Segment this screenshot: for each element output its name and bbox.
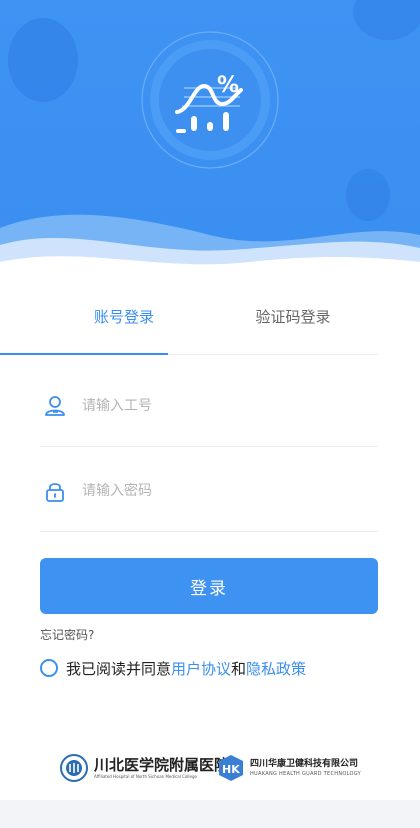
username-input[interactable] (82, 388, 372, 424)
active-tab-indicator (0, 353, 168, 355)
company-name: 四川华康卫健科技有限公司 (250, 759, 359, 769)
login-button[interactable]: 登录 (40, 558, 378, 614)
user-icon (45, 396, 65, 416)
hospital-subtitle: Affiliated Hospital of North Sichuan Med… (94, 774, 197, 779)
username-row (40, 362, 378, 447)
agreement-and: 和 (231, 659, 247, 678)
agreement-prefix: 我已阅读并同意 (66, 659, 172, 678)
company-subtitle: HUAKANG HEALTH GUARD TECHNOLOGY (250, 771, 362, 777)
header-banner: % (0, 0, 420, 275)
login-page: % 账号登录 验证码登录 登录 忘记密码? 我 (0, 0, 420, 800)
privacy-policy-link[interactable]: 隐私政策 (246, 658, 306, 679)
forgot-password-link[interactable]: 忘记密码? (40, 626, 94, 643)
agreement-radio[interactable] (40, 659, 58, 677)
password-input[interactable] (82, 473, 372, 509)
user-agreement-link[interactable]: 用户协议 (171, 658, 231, 679)
hospital-emblem-icon (60, 754, 88, 782)
hospital-name: 川北医学院附属医院 (94, 756, 230, 774)
tab-code-login[interactable]: 验证码登录 (208, 290, 378, 354)
tab-account-login[interactable]: 账号登录 (40, 290, 208, 354)
lock-icon (46, 483, 64, 502)
hospital-logo: 川北医学院附属医院 Affiliated Hospital of North S… (60, 754, 229, 782)
company-hk-icon: HK (219, 755, 243, 781)
svg-text:%: % (217, 73, 239, 98)
password-row (40, 447, 378, 532)
agreement-row: 我已阅读并同意 用户协议 和 隐私政策 (40, 656, 306, 680)
footer-logos: 川北医学院附属医院 Affiliated Hospital of North S… (0, 754, 420, 794)
login-tabs: 账号登录 验证码登录 (40, 290, 378, 356)
svg-text:HK: HK (222, 763, 240, 776)
company-logo: HK 四川华康卫健科技有限公司 HUAKANG HEALTH GUARD TEC… (218, 754, 361, 782)
